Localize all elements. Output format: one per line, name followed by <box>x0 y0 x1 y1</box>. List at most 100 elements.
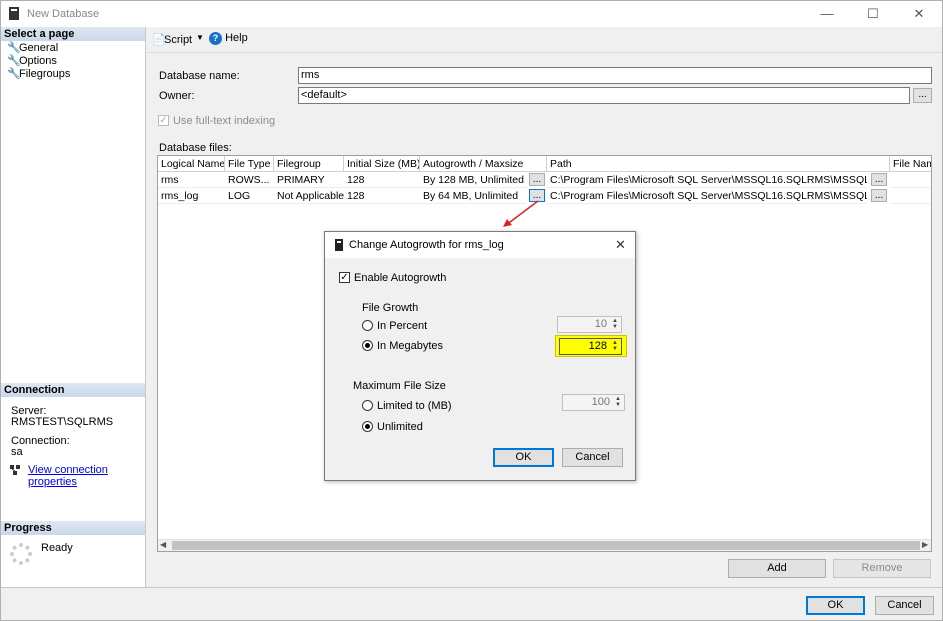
table-cell[interactable]: rms_log <box>158 188 225 204</box>
table-cell[interactable]: PRIMARY <box>274 172 344 188</box>
table-cell[interactable]: LOG <box>225 188 274 204</box>
in-megabytes-radio[interactable] <box>362 340 373 351</box>
max-file-size-label: Maximum File Size <box>353 380 446 392</box>
dialog-close-button[interactable]: ✕ <box>615 237 626 253</box>
col-initial-size[interactable]: Initial Size (MB) <box>344 156 420 172</box>
in-percent-label: In Percent <box>377 320 428 332</box>
window-title: New Database <box>27 8 100 20</box>
col-file-name[interactable]: File Name <box>890 156 931 172</box>
unlimited-label: Unlimited <box>377 421 423 433</box>
table-cell[interactable]: ROWS... <box>225 172 274 188</box>
cancel-button[interactable]: Cancel <box>875 596 934 615</box>
database-app-icon <box>9 7 19 20</box>
dialog-ok-button[interactable]: OK <box>493 448 554 467</box>
table-cell: C:\Program Files\Microsoft SQL Server\MS… <box>547 172 867 188</box>
table-cell[interactable]: 128 <box>344 172 420 188</box>
scroll-left-icon[interactable]: ◀ <box>160 540 166 549</box>
owner-input[interactable]: <default> <box>298 87 910 104</box>
owner-browse-button[interactable]: ... <box>913 88 932 103</box>
enable-autogrowth-label: Enable Autogrowth <box>354 272 447 284</box>
limited-to-radio[interactable] <box>362 400 373 411</box>
fulltext-checkbox[interactable]: ✓ <box>158 115 169 126</box>
scroll-right-icon[interactable]: ▶ <box>922 540 928 549</box>
percent-value: 10 <box>594 318 607 330</box>
page-filegroups[interactable]: 🔧Filegroups <box>7 68 70 81</box>
connection-value: sa <box>11 446 23 458</box>
help-label: Help <box>225 32 248 44</box>
dialog-title-bar: Change Autogrowth for rms_log ✕ <box>325 232 635 258</box>
col-path[interactable]: Path <box>547 156 890 172</box>
database-name-input[interactable]: rms <box>298 67 932 84</box>
view-connection-properties-link[interactable]: View connection properties <box>28 464 145 488</box>
table-cell[interactable]: Not Applicable <box>274 188 344 204</box>
page-general[interactable]: 🔧General <box>7 42 58 55</box>
limited-stepper[interactable]: 100 ▲ ▼ <box>562 394 625 411</box>
progress-header: Progress <box>1 521 145 535</box>
database-files-label: Database files: <box>159 142 232 154</box>
dialog-title: Change Autogrowth for rms_log <box>349 239 504 251</box>
change-autogrowth-dialog: Change Autogrowth for rms_log ✕ ✓ Enable… <box>324 231 636 481</box>
col-logical-name[interactable]: Logical Name <box>158 156 225 172</box>
page-options-label: Options <box>19 55 57 67</box>
autogrowth-browse-button[interactable]: ... <box>529 173 545 186</box>
script-button[interactable]: 📄Script <box>152 33 192 47</box>
toolbar: 📄Script ▼ ? Help <box>147 27 942 53</box>
wrench-icon: 🔧 <box>7 68 21 80</box>
left-pane: Select a page 🔧General 🔧Options 🔧Filegro… <box>1 27 146 587</box>
table-cell[interactable] <box>890 188 931 204</box>
server-value: RMSTEST\SQLRMS <box>11 416 114 428</box>
footer-divider <box>1 587 942 588</box>
col-filegroup[interactable]: Filegroup <box>274 156 344 172</box>
database-app-icon <box>335 239 343 251</box>
col-autogrowth[interactable]: Autogrowth / Maxsize <box>420 156 547 172</box>
horizontal-scrollbar[interactable]: ◀ ▶ <box>158 539 931 551</box>
add-button[interactable]: Add <box>728 559 826 578</box>
scrollbar-thumb[interactable] <box>172 541 920 550</box>
unlimited-radio[interactable] <box>362 421 373 432</box>
page-filegroups-label: Filegroups <box>19 68 71 80</box>
script-dropdown-icon[interactable]: ▼ <box>196 33 204 42</box>
maximize-button[interactable]: ☐ <box>850 1 896 27</box>
table-cell: By 128 MB, Unlimited <box>420 172 527 188</box>
new-database-window: New Database — ☐ ✕ Select a page 🔧Genera… <box>0 0 943 621</box>
connection-properties-icon <box>10 465 20 475</box>
ok-button[interactable]: OK <box>806 596 865 615</box>
script-icon: 📄 <box>152 34 166 46</box>
page-general-label: General <box>19 42 59 54</box>
percent-stepper[interactable]: 10 ▲ ▼ <box>557 316 622 333</box>
page-options[interactable]: 🔧Options <box>7 55 57 68</box>
connection-header: Connection <box>1 383 145 397</box>
limited-to-label: Limited to (MB) <box>377 400 452 412</box>
dialog-cancel-button[interactable]: Cancel <box>562 448 623 467</box>
wrench-icon: 🔧 <box>7 42 21 54</box>
megabytes-value: 128 <box>588 340 607 352</box>
in-percent-radio[interactable] <box>362 320 373 331</box>
in-megabytes-label: In Megabytes <box>377 340 444 352</box>
fulltext-label: Use full-text indexing <box>173 115 276 127</box>
megabytes-stepper[interactable]: 128 ▲ ▼ <box>559 338 622 355</box>
progress-status: Ready <box>41 542 73 554</box>
table-cell[interactable]: 128 <box>344 188 420 204</box>
path-browse-button[interactable]: ... <box>871 173 887 186</box>
minimize-button[interactable]: — <box>804 1 850 27</box>
table-cell[interactable] <box>890 172 931 188</box>
path-browse-button[interactable]: ... <box>871 189 887 202</box>
enable-autogrowth-checkbox[interactable]: ✓ <box>339 272 350 283</box>
stepper-arrows-icon[interactable]: ▲ ▼ <box>610 340 620 353</box>
owner-label: Owner: <box>159 90 195 102</box>
remove-button[interactable]: Remove <box>833 559 931 578</box>
stepper-arrows-icon[interactable]: ▲ ▼ <box>613 396 623 409</box>
progress-spinner-icon <box>10 543 32 565</box>
stepper-arrows-icon[interactable]: ▲ ▼ <box>610 318 620 331</box>
wrench-icon: 🔧 <box>7 55 21 67</box>
script-label: Script <box>164 34 193 46</box>
help-icon: ? <box>209 32 222 45</box>
table-cell: C:\Program Files\Microsoft SQL Server\MS… <box>547 188 867 204</box>
table-cell[interactable]: rms <box>158 172 225 188</box>
annotation-arrow-icon <box>503 200 539 227</box>
help-button[interactable]: ? Help <box>209 32 248 46</box>
title-bar: New Database — ☐ ✕ <box>1 1 942 27</box>
database-name-label: Database name: <box>159 70 240 82</box>
close-button[interactable]: ✕ <box>896 1 942 27</box>
col-file-type[interactable]: File Type <box>225 156 274 172</box>
